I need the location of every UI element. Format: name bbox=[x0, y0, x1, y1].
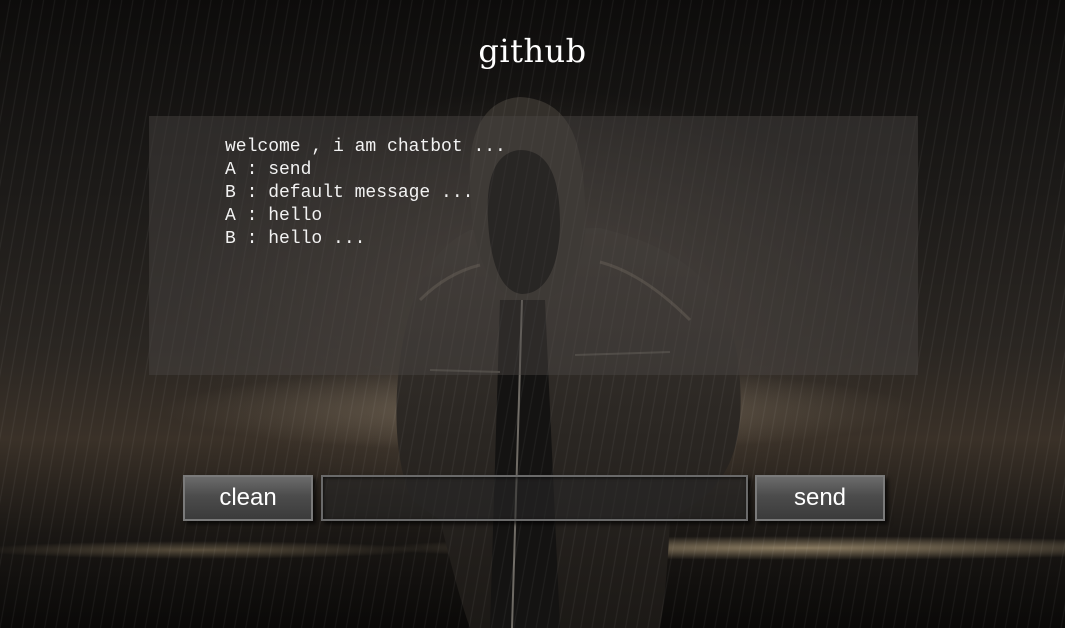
chat-message: A : send bbox=[225, 160, 312, 180]
message-input[interactable] bbox=[321, 475, 748, 521]
chat-panel: welcome , i am chatbot ... A : send B : … bbox=[149, 116, 918, 375]
send-button[interactable]: send bbox=[755, 475, 885, 521]
page-title: github bbox=[478, 32, 587, 70]
clean-button[interactable]: clean bbox=[183, 475, 313, 521]
chat-message: B : hello ... bbox=[225, 229, 366, 249]
chat-message: welcome , i am chatbot ... bbox=[225, 137, 506, 157]
chat-log: welcome , i am chatbot ... A : send B : … bbox=[225, 136, 506, 251]
chat-message: B : default message ... bbox=[225, 183, 474, 203]
chat-message: A : hello bbox=[225, 206, 323, 226]
